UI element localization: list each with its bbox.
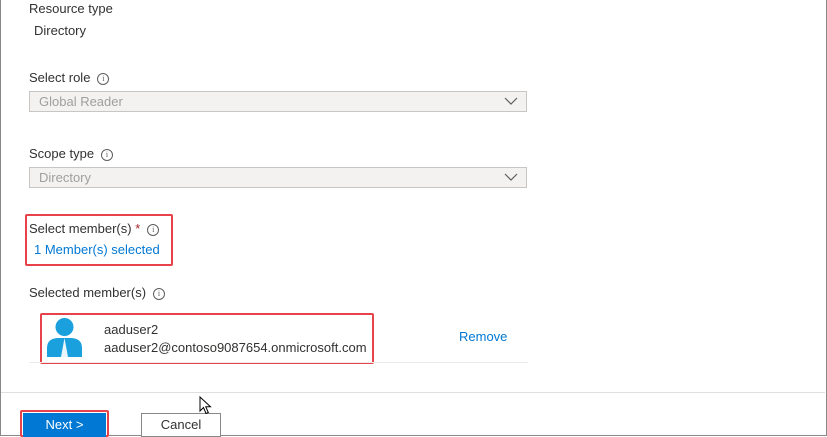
scope-type-value: Directory [39, 170, 92, 185]
info-icon[interactable]: i [97, 73, 110, 85]
scope-type-label-row: Scope type i [29, 146, 114, 161]
scope-type-label: Scope type [29, 146, 95, 161]
required-mark: * [135, 221, 141, 236]
member-highlight [40, 313, 374, 364]
select-role-label-row: Select role i [29, 70, 110, 85]
resource-type-label: Resource type [29, 1, 113, 16]
select-members-label-row: Select member(s) * i [29, 221, 160, 236]
member-name: aaduser2 [104, 322, 159, 337]
members-selected-link[interactable]: 1 Member(s) selected [34, 242, 160, 257]
selected-members-label-row: Selected member(s) i [29, 285, 166, 300]
cancel-button[interactable]: Cancel [141, 413, 221, 437]
resource-type-value: Directory [34, 23, 87, 38]
info-icon[interactable]: i [101, 149, 114, 161]
info-icon[interactable]: i [147, 224, 160, 236]
member-email: aaduser2@contoso9087654.onmicrosoft.com [104, 340, 367, 355]
info-icon[interactable]: i [153, 288, 166, 300]
user-avatar-icon [45, 316, 84, 357]
mouse-cursor-icon [199, 395, 213, 416]
chevron-down-icon [504, 173, 518, 181]
chevron-down-icon [504, 97, 518, 105]
footer-divider [1, 392, 825, 393]
select-role-value: Global Reader [39, 94, 123, 109]
scope-type-dropdown[interactable]: Directory [29, 167, 527, 188]
select-members-label: Select member(s) [29, 221, 132, 236]
member-row-divider [29, 362, 528, 363]
select-role-label: Select role [29, 70, 91, 85]
remove-member-link[interactable]: Remove [459, 329, 507, 344]
select-role-dropdown[interactable]: Global Reader [29, 91, 527, 112]
selected-members-label: Selected member(s) [29, 285, 147, 300]
next-button[interactable]: Next > [23, 413, 106, 437]
